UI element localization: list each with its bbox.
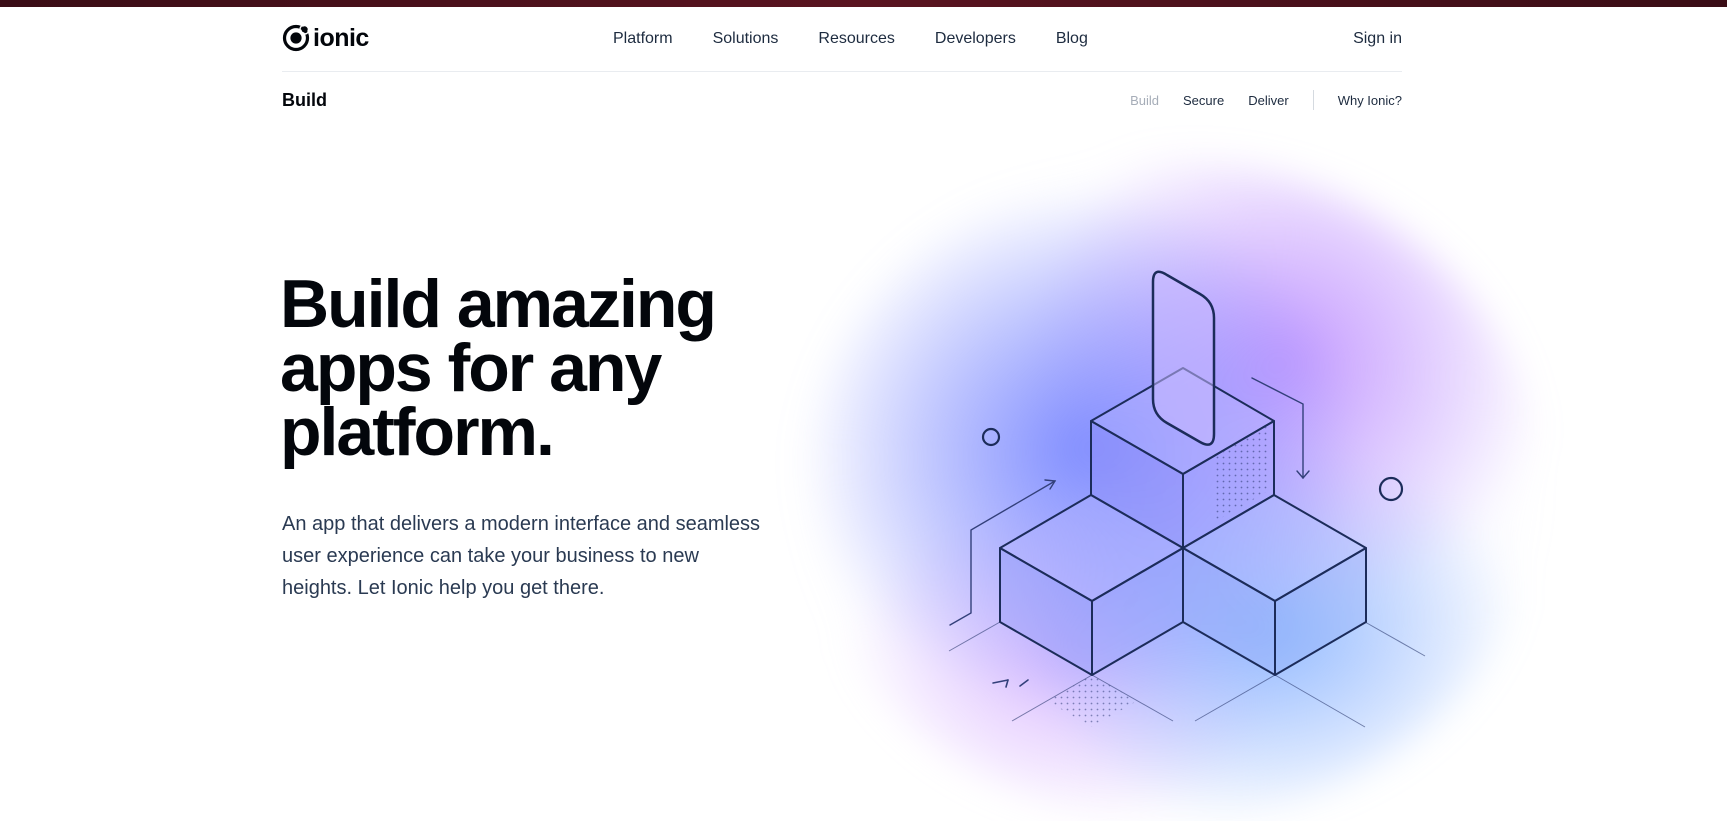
sign-in-link[interactable]: Sign in	[1353, 7, 1402, 71]
subnav-link-deliver[interactable]: Deliver	[1248, 93, 1288, 108]
nav-item-platform[interactable]: Platform	[613, 30, 673, 48]
nav-item-blog[interactable]: Blog	[1056, 30, 1088, 48]
logo-wordmark: ionic	[313, 24, 369, 52]
isometric-blocks-illustration	[948, 270, 1426, 728]
decor-strokes	[992, 679, 1029, 688]
subnav-link-build[interactable]: Build	[1130, 93, 1159, 108]
phone-shape	[1151, 270, 1216, 446]
ionic-logo[interactable]: ionic	[282, 24, 369, 52]
nav-item-developers[interactable]: Developers	[935, 30, 1016, 48]
hero-description: An app that delivers a modern interface …	[282, 513, 761, 599]
hero-title: Build amazing apps for any platform.	[280, 266, 717, 470]
main-navbar: ionic Platform Solutions Resources Devel…	[282, 7, 1402, 72]
nav-item-solutions[interactable]: Solutions	[713, 30, 779, 48]
top-accent-strip	[0, 0, 1727, 7]
nav-item-resources[interactable]: Resources	[818, 30, 894, 48]
subnav-divider	[1312, 90, 1314, 110]
subnav-title: Build	[282, 90, 327, 110]
ionic-logo-icon	[282, 24, 310, 52]
hero-illustration	[760, 120, 1560, 821]
primary-nav: Platform Solutions Resources Developers …	[613, 7, 1088, 71]
subnav-link-why-ionic[interactable]: Why Ionic?	[1338, 93, 1402, 108]
subnav-link-secure[interactable]: Secure	[1183, 93, 1224, 108]
floor-dots-patch	[1047, 675, 1137, 727]
floor-lines	[948, 621, 1426, 728]
